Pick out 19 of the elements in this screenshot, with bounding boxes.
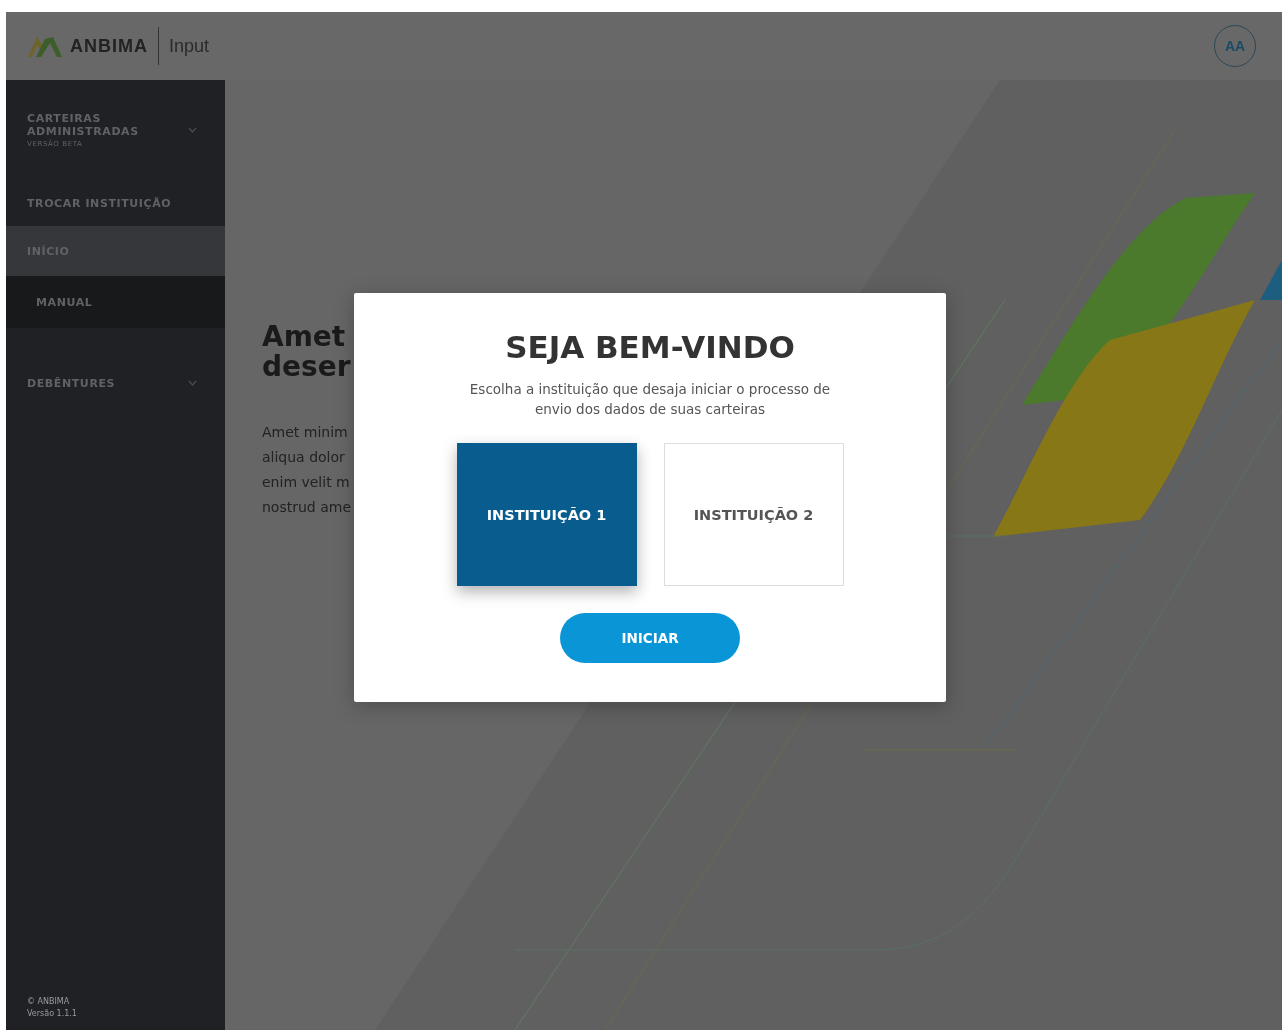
page-heading: Amet deser	[262, 322, 351, 382]
footer-text: © ANBIMA Versão 1.1.1	[26, 996, 78, 1020]
institution-option[interactable]: INSTITUIÇÃO 2	[663, 443, 844, 586]
chevron-icon	[188, 127, 197, 133]
sidebar-item[interactable]: MANUAL	[6, 276, 225, 328]
menu-label: DEBÊNTURES	[27, 376, 117, 390]
ribbon-shape	[1260, 260, 1282, 300]
chevron-icon	[188, 380, 197, 386]
sidebar-item[interactable]: TROCAR INSTITUIÇÃO	[6, 180, 225, 226]
sidebar-item[interactable]: DEBÊNTURES	[6, 360, 225, 406]
brand-name: ANBIMA	[70, 35, 148, 57]
product-name: Input	[169, 35, 210, 57]
start-button[interactable]: INICIAR	[560, 613, 740, 663]
institution-option[interactable]: INSTITUIÇÃO 1	[456, 443, 637, 586]
logo-icon	[28, 35, 62, 57]
menu-label: CARTEIRAS ADMINISTRADAS	[27, 112, 140, 138]
dialog-subtitle: Escolha a instituição que desaja iniciar o processo de envio dos dados de suas carteiras	[468, 380, 832, 419]
dialog-title: SEJA BEM-VINDO	[505, 329, 795, 365]
intro-paragraph: Amet minim aliqua dolor enim velit m nostrud ame	[262, 423, 352, 517]
